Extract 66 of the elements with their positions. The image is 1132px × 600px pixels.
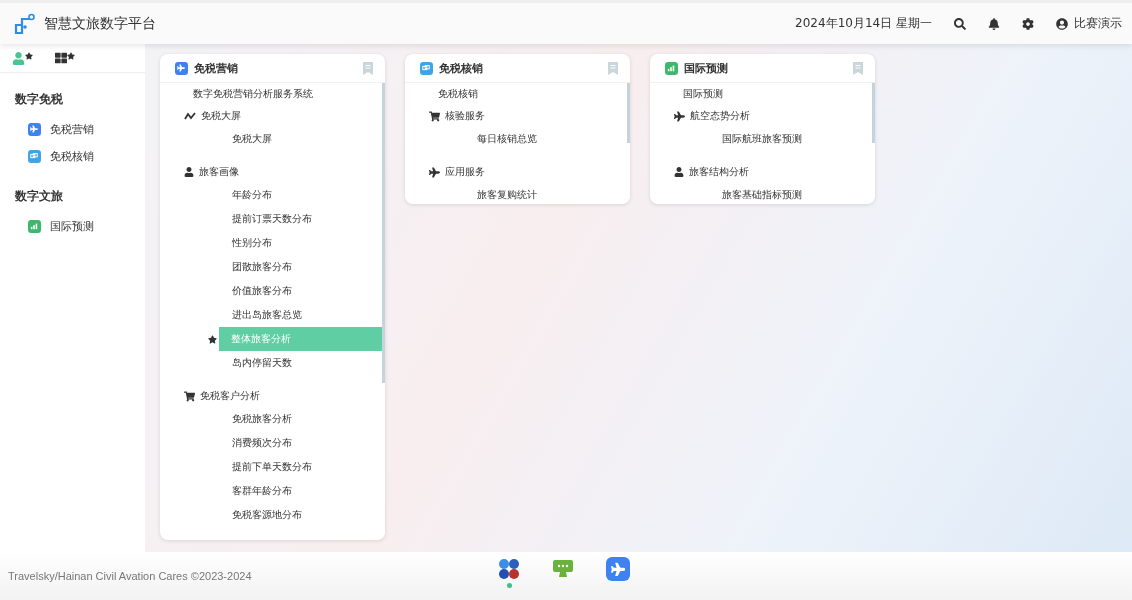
user-icon (1056, 17, 1068, 30)
sidebar-item[interactable]: 免税营销 (0, 116, 145, 143)
scrollbar[interactable] (627, 83, 630, 204)
system-name: 国际预测 (682, 87, 724, 101)
line-chart-icon (184, 111, 196, 121)
menu-group[interactable]: 应用服务 (405, 161, 627, 183)
system-name: 数字免税营销分析服务系统 (192, 87, 314, 101)
bell-button[interactable] (988, 17, 1000, 30)
scrollbar[interactable] (382, 83, 385, 540)
user-icon (674, 167, 684, 177)
menu-item[interactable]: 旅客复购统计 (465, 183, 627, 204)
menu-item[interactable]: 免税客源地分布 (220, 503, 382, 527)
plane-icon (28, 123, 41, 136)
card-title: 国际预测 (684, 60, 729, 76)
menu-item[interactable]: 团散旅客分布 (220, 255, 382, 279)
menu-group[interactable]: 免税客户分析 (160, 385, 382, 407)
settings-button[interactable] (1022, 17, 1034, 30)
menu-group[interactable]: 旅客画像 (160, 161, 382, 183)
menu-item[interactable]: 岛内停留天数 (220, 351, 382, 375)
card-title: 免税营销 (194, 60, 239, 76)
user-menu[interactable]: 比赛演示 (1056, 15, 1122, 32)
sidebar-section-title: 数字免税 (14, 91, 64, 108)
menu-item[interactable]: 年龄分布 (220, 183, 382, 207)
monitor-icon (552, 559, 574, 579)
sidebar-item[interactable]: 免税核销 (0, 143, 145, 170)
sidebar-item[interactable]: 国际预测 (0, 213, 145, 240)
menu-item[interactable]: 提前下单天数分布 (220, 455, 382, 479)
cart-icon (429, 110, 440, 122)
menu-item[interactable]: 免税大屏 (220, 127, 382, 151)
menu-item[interactable]: 价值旅客分布 (220, 279, 382, 303)
menu-group[interactable]: 核验服务 (405, 105, 627, 127)
scrollbar[interactable] (872, 83, 875, 204)
plane-icon (606, 557, 630, 581)
user-icon (184, 167, 194, 177)
system-name: 免税核销 (437, 87, 479, 101)
date-text: 2024年10月14日 星期一 (795, 15, 932, 32)
ticket-icon (420, 61, 433, 75)
cart-icon (184, 390, 195, 402)
user-star-icon[interactable] (12, 51, 33, 65)
plane-icon (175, 61, 188, 75)
copyright-text: Travelsky/Hainan Civil Avation Cares ©2023-2024 (8, 570, 253, 582)
menu-group[interactable]: 旅客结构分析 (650, 161, 872, 183)
app-title: 智慧文旅数字平台 (44, 14, 157, 33)
menu-item[interactable]: 性别分布 (220, 231, 382, 255)
menu-item[interactable]: 国际航班旅客预测 (710, 127, 872, 151)
menu-item[interactable]: 免税旅客分析 (220, 407, 382, 431)
menu-item[interactable]: 旅客基础指标预测 (710, 183, 872, 204)
grid-star-icon[interactable] (55, 52, 75, 64)
ticket-icon (28, 150, 41, 163)
menu-item[interactable]: 每日核销总览 (465, 127, 627, 151)
menu-item[interactable]: 客群年龄分布 (220, 479, 382, 503)
menu-item[interactable]: 提前订票天数分布 (220, 207, 382, 231)
bar-chart-icon (28, 220, 41, 233)
menu-item[interactable]: 消费频次分布 (220, 431, 382, 455)
plane-icon (674, 110, 685, 122)
sidebar-section-title: 数字文旅 (14, 188, 64, 205)
star-icon (208, 334, 217, 344)
search-button[interactable] (954, 17, 966, 30)
menu-group[interactable]: 航空态势分析 (650, 105, 872, 127)
menu-item[interactable]: 进出岛旅客总览 (220, 303, 382, 327)
plane-icon (429, 166, 440, 178)
menu-group[interactable]: 免税大屏 (160, 105, 382, 127)
clover-icon (498, 558, 520, 580)
bar-chart-icon (665, 61, 678, 75)
logo-icon (14, 12, 36, 35)
card-title: 免税核销 (439, 60, 484, 76)
